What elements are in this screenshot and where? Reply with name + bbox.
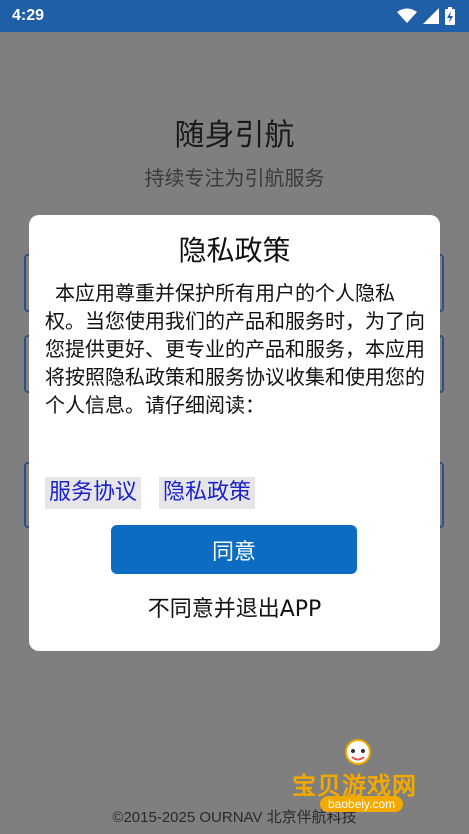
status-time: 4:29 [12,7,45,24]
policy-links: 服务协议 隐私政策 [45,477,256,509]
privacy-policy-link[interactable]: 隐私政策 [159,477,256,509]
dialog-title: 隐私政策 [178,234,291,267]
wifi-icon [397,8,417,24]
watermark-url: baobeiy.com [320,796,404,812]
battery-charging-icon [445,7,455,25]
disagree-exit-button[interactable]: 不同意并退出APP [29,591,440,623]
app-title: 随身引航 [174,118,295,153]
watermark-logo: 宝贝游戏网 baobeiy.com [286,738,436,818]
service-agreement-link[interactable]: 服务协议 [45,477,142,509]
agree-button[interactable]: 同意 [111,525,357,574]
app-subtitle: 持续专注为引航服务 [144,166,325,190]
status-bar: 4:29 [0,0,469,32]
privacy-dialog: 隐私政策 本应用尊重并保护所有用户的个人隐私权。当您使用我们的产品和服务时，为了… [29,215,440,651]
status-icons [397,7,455,25]
cellular-signal-icon [423,8,439,24]
dialog-body-text: 本应用尊重并保护所有用户的个人隐私权。当您使用我们的产品和服务时，为了向您提供更… [45,281,425,417]
